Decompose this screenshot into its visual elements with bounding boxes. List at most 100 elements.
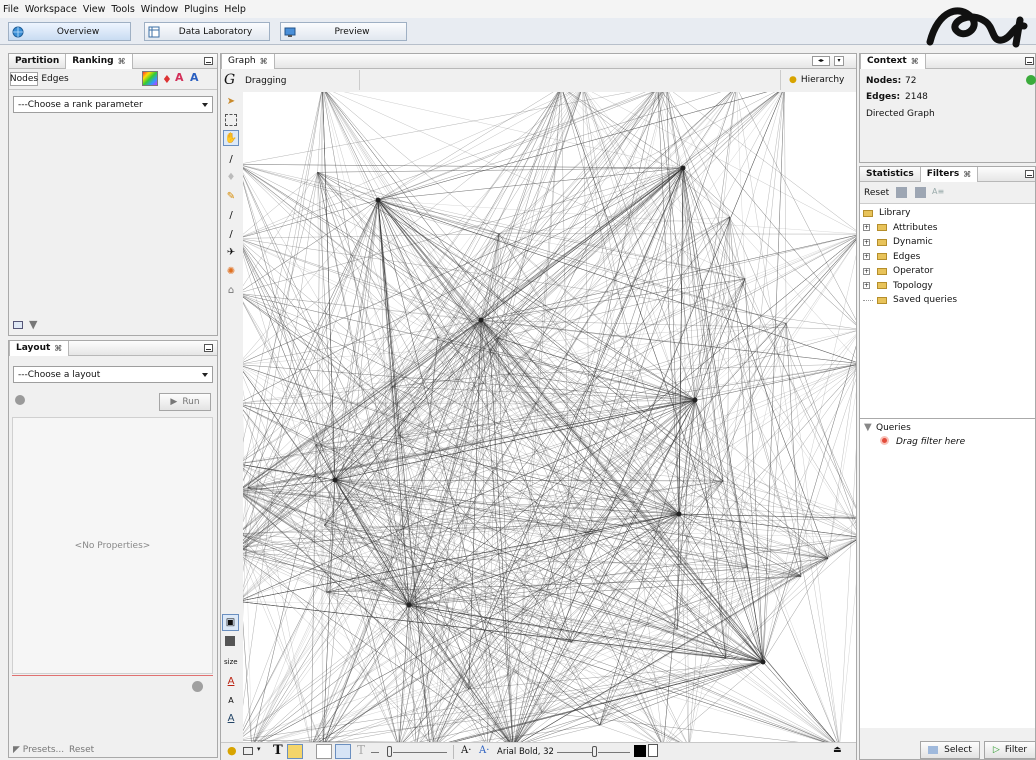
menu-plugins[interactable]: Plugins [184,4,218,15]
graph-node[interactable] [406,602,412,608]
rank-parameter-select[interactable]: ---Choose a rank parameter [13,96,213,113]
tab-ranking[interactable]: Ranking ⌘ [65,53,133,69]
background-color-icon[interactable] [225,636,235,646]
scroll-tabs-icon[interactable]: ◂▸ [812,56,830,66]
tab-context[interactable]: Context ⌘ [860,53,926,69]
font-size-icon[interactable]: A [225,694,237,706]
graph-node[interactable] [375,197,381,203]
saved-queries-node[interactable]: Saved queries [863,293,957,308]
close-icon[interactable]: ⌘ [963,167,971,182]
label-font-icon[interactable]: A [225,712,237,724]
drag-hand-icon[interactable]: ✋ [223,130,239,146]
shortest-path-icon[interactable]: ✈ [225,246,237,258]
show-labels-icon[interactable]: T [273,743,283,758]
heat-map-icon[interactable]: ✺ [225,265,237,277]
reset-link[interactable]: Reset [69,745,94,755]
size-ranking-icon[interactable]: ♦ [162,73,172,86]
tab-filters[interactable]: Filters ⌘ [919,166,979,182]
close-icon[interactable]: ⌘ [911,54,919,69]
funnel-icon[interactable]: ▼ [29,318,37,331]
graph-node[interactable] [478,317,484,323]
filter-button[interactable]: ▷ Filter [984,741,1036,759]
minimize-icon[interactable] [204,344,213,352]
label-color-swatch[interactable] [634,745,646,757]
menu-file[interactable]: File [3,4,19,15]
graph-node[interactable] [760,659,766,665]
auto-refresh-icon[interactable]: A≡ [932,187,944,196]
data-laboratory-tab[interactable]: Data Laboratory [144,22,270,41]
info-icon[interactable] [15,395,25,405]
brush-icon[interactable]: / [225,153,237,165]
edit-node-icon[interactable]: ⌂ [225,284,237,296]
queries-area[interactable]: ▼ Queries Drag filter here [860,418,1035,728]
label-size-icon[interactable]: A [190,71,199,84]
edge-label-icon[interactable]: T [357,743,365,757]
graph-canvas[interactable] [243,92,856,742]
filter-category[interactable]: + Edges [863,250,957,265]
run-button[interactable]: ▶ Run [159,393,211,411]
save-icon[interactable] [915,187,926,198]
color-ranking-icon[interactable] [142,71,158,86]
close-icon[interactable]: ⌘ [118,54,126,69]
edges-toggle[interactable]: Edges [39,72,71,86]
minimize-icon[interactable] [204,57,213,65]
tab-partition[interactable]: Partition [9,54,65,69]
node-label-icon[interactable] [287,744,303,759]
document-icon[interactable] [648,744,658,757]
diamond-icon[interactable]: ♦ [225,171,237,183]
label-size-slider[interactable] [592,746,597,757]
graph-node[interactable] [332,477,338,483]
graph-node[interactable] [680,165,686,171]
menu-window[interactable]: Window [141,4,178,15]
select-button[interactable]: Select [920,741,980,759]
reset-filters-button[interactable]: Reset [864,188,889,198]
minimize-icon[interactable] [1025,57,1034,65]
edge-toggle-icon[interactable] [316,744,332,759]
list-icon[interactable] [13,321,23,329]
font-label[interactable]: Arial Bold, 32 [497,747,554,757]
filter-category[interactable]: + Topology [863,279,957,294]
painter-icon[interactable]: ✎ [225,190,237,202]
filter-category[interactable]: + Attributes [863,221,957,236]
layout-select[interactable]: ---Choose a layout [13,366,213,383]
help-icon[interactable] [192,681,203,692]
font-color-icon[interactable]: A [225,675,237,687]
edge-color-icon[interactable] [335,744,351,759]
tab-layout[interactable]: Layout ⌘ [9,340,70,356]
chevron-down-icon[interactable]: ▾ [257,745,261,753]
eject-icon[interactable]: ⏏ [833,745,842,755]
label-color-icon[interactable]: A [175,71,184,84]
edge-scale-slider[interactable] [387,746,392,757]
nodes-toggle[interactable]: Nodes [10,72,38,86]
menu-help[interactable]: Help [224,4,246,15]
font-size-icon[interactable]: A· [479,745,489,756]
refresh-icon[interactable] [1026,75,1036,85]
filter-category[interactable]: + Operator [863,264,957,279]
menu-workspace[interactable]: Workspace [25,4,77,15]
menu-tools[interactable]: Tools [111,4,134,15]
graph-node[interactable] [676,511,682,517]
pencil-icon[interactable]: / [225,209,237,221]
font-icon[interactable]: A· [461,745,471,756]
graph-node[interactable] [692,397,698,403]
overview-tab[interactable]: Overview [8,22,131,41]
tab-graph[interactable]: Graph ⌘ [221,53,275,69]
library-node[interactable]: Library [863,206,957,221]
tab-list-icon[interactable]: ▾ [834,56,844,66]
hierarchy-button[interactable]: ● Hierarchy [789,75,844,85]
menu-view[interactable]: View [83,4,106,15]
rectangle-select-icon[interactable] [225,114,237,126]
export-icon[interactable] [896,187,907,198]
select-arrow-icon[interactable]: ➤ [225,95,237,107]
label-settings-icon[interactable] [243,747,253,755]
close-icon[interactable]: ⌘ [260,54,268,69]
close-icon[interactable]: ⌘ [54,341,62,356]
tab-statistics[interactable]: Statistics [860,167,920,182]
lightbulb-icon[interactable]: ● [227,744,237,757]
filter-category[interactable]: + Dynamic [863,235,957,250]
screenshot-icon[interactable]: ▣ [222,614,239,631]
preview-tab[interactable]: Preview [280,22,407,41]
minimize-icon[interactable] [1025,170,1034,178]
presets-link[interactable]: ◤ Presets... [13,745,64,755]
edge-pencil-icon[interactable]: / [225,228,237,240]
